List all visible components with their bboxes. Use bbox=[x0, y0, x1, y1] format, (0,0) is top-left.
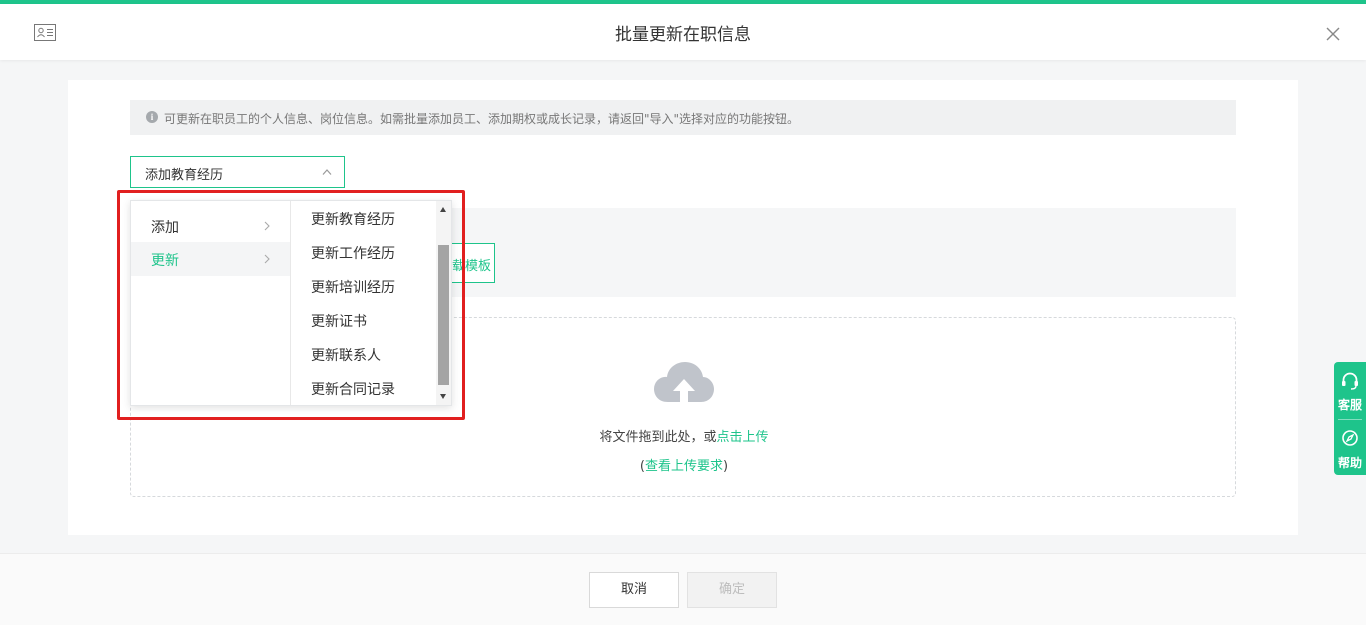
side-label: 客服 bbox=[1337, 398, 1362, 412]
close-icon[interactable] bbox=[1325, 26, 1341, 42]
upload-instruction: 将文件拖到此处，或点击上传 bbox=[131, 426, 1237, 445]
compass-icon bbox=[1342, 430, 1358, 446]
template-panel bbox=[451, 208, 1236, 297]
upload-requirements: (查看上传要求) bbox=[131, 455, 1237, 474]
chevron-up-icon bbox=[322, 169, 332, 175]
customer-service-button[interactable]: 客服 bbox=[1334, 362, 1366, 418]
cloud-upload-icon bbox=[654, 362, 714, 406]
highlight-box bbox=[117, 190, 465, 420]
dialog-header: 批量更新在职信息 bbox=[0, 4, 1366, 60]
side-toolbar: 客服 帮助 bbox=[1334, 362, 1366, 475]
confirm-button[interactable]: 确定 bbox=[687, 572, 777, 608]
info-icon: i bbox=[146, 111, 158, 123]
dialog-footer: 取消 确定 bbox=[0, 553, 1366, 625]
view-requirements-link[interactable]: 查看上传要求 bbox=[645, 459, 723, 474]
update-type-select[interactable]: 添加教育经历 bbox=[130, 156, 345, 188]
upload-text: 将文件拖到此处，或 bbox=[599, 430, 717, 445]
cancel-button[interactable]: 取消 bbox=[589, 572, 679, 608]
help-button[interactable]: 帮助 bbox=[1334, 420, 1366, 476]
select-value: 添加教育经历 bbox=[145, 168, 224, 183]
dialog-title: 批量更新在职信息 bbox=[615, 25, 751, 45]
req-paren-close: ) bbox=[723, 459, 729, 474]
notice-text: 可更新在职员工的个人信息、岗位信息。如需批量添加员工、添加期权或成长记录，请返回… bbox=[164, 112, 800, 126]
headset-icon bbox=[1342, 372, 1358, 390]
notice-bar: i 可更新在职员工的个人信息、岗位信息。如需批量添加员工、添加期权或成长记录，请… bbox=[130, 100, 1236, 135]
side-label: 帮助 bbox=[1337, 456, 1362, 470]
click-upload-link[interactable]: 点击上传 bbox=[717, 430, 769, 445]
